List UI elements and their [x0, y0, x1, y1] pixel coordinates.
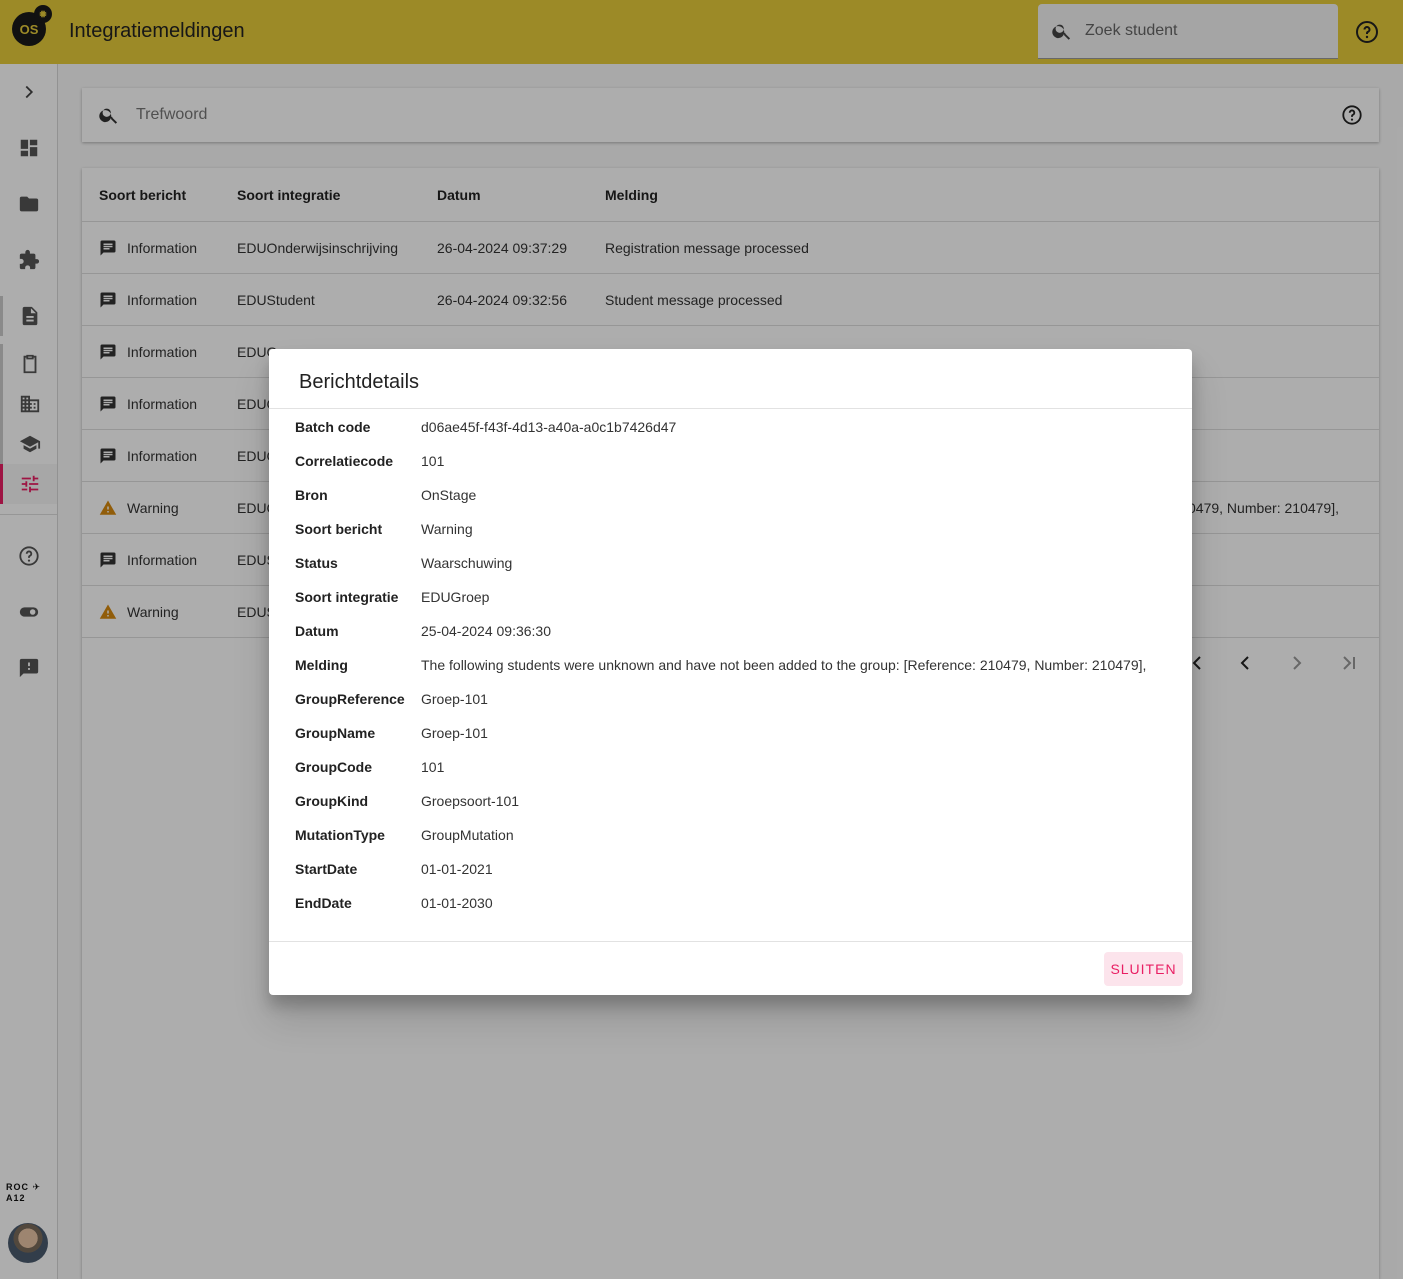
dialog-divider: [269, 941, 1192, 942]
detail-value: Groep-101: [421, 725, 488, 741]
detail-label: Soort bericht: [295, 521, 383, 537]
detail-value: d06ae45f-f43f-4d13-a40a-a0c1b7426d47: [421, 419, 677, 435]
detail-value: Groep-101: [421, 691, 488, 707]
detail-value: 101: [421, 453, 445, 469]
detail-label: StartDate: [295, 861, 358, 877]
detail-value: Groepsoort-101: [421, 793, 520, 809]
detail-value: OnStage: [421, 487, 477, 503]
detail-label: Bron: [295, 487, 328, 503]
detail-value: 101: [421, 759, 445, 775]
detail-value: 25-04-2024 09:36:30: [421, 623, 551, 639]
detail-value: 01-01-2030: [421, 895, 493, 911]
detail-value: Waarschuwing: [421, 555, 513, 571]
detail-label: Status: [295, 555, 338, 571]
detail-value: GroupMutation: [421, 827, 514, 843]
detail-value: The following students were unknown and …: [421, 657, 1147, 673]
detail-label: Soort integratie: [295, 589, 399, 605]
detail-value: Warning: [421, 521, 473, 537]
detail-label: EndDate: [295, 895, 352, 911]
detail-label: Datum: [295, 623, 339, 639]
detail-label: Melding: [295, 657, 348, 673]
message-details-dialog: Berichtdetails Batch code d06ae45f-f43f-4…: [269, 349, 1192, 995]
detail-label: GroupName: [295, 725, 376, 741]
detail-label: GroupCode: [295, 759, 372, 775]
detail-label: GroupKind: [295, 793, 369, 809]
detail-value: EDUGroep: [421, 589, 490, 605]
close-button[interactable]: SLUITEN: [1104, 952, 1183, 986]
detail-label: GroupReference: [295, 691, 405, 707]
detail-label: Batch code: [295, 419, 371, 435]
dialog-title: Berichtdetails: [299, 371, 420, 393]
detail-label: Correlatiecode: [295, 453, 394, 469]
detail-label: MutationType: [295, 827, 385, 843]
dialog-divider: [269, 408, 1192, 409]
detail-value: 01-01-2021: [421, 861, 493, 877]
